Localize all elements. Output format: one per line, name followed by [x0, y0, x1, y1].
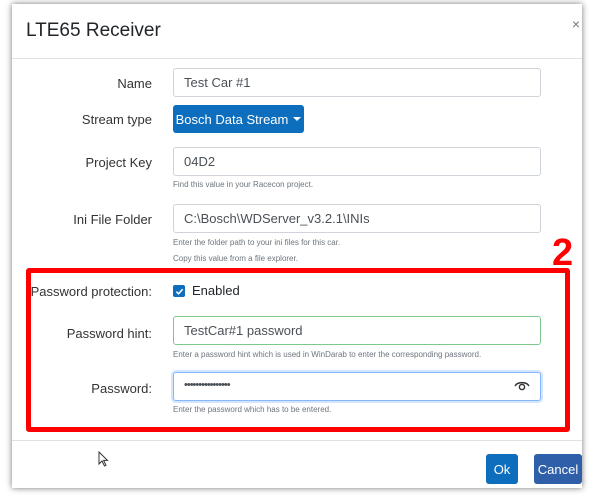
stream-type-value: Bosch Data Stream — [175, 111, 289, 127]
cancel-button[interactable]: Cancel — [534, 454, 582, 484]
enabled-label[interactable]: Enabled — [192, 283, 240, 298]
dialog-footer-divider — [12, 440, 582, 441]
password-input[interactable]: •••••••••••••••• — [173, 372, 541, 401]
project-key-label: Project Key — [85, 155, 152, 170]
password-hint-input[interactable]: TestCar#1 password — [173, 316, 541, 345]
password-label: Password: — [91, 381, 152, 396]
name-input[interactable]: Test Car #1 — [173, 68, 541, 97]
password-help: Enter the password which has to be enter… — [173, 405, 332, 414]
dialog-title: LTE65 Receiver — [26, 20, 161, 41]
password-hint-label: Password hint: — [66, 326, 152, 341]
stream-type-label: Stream type — [81, 112, 152, 127]
ini-folder-help-2: Copy this value from a file explorer. — [173, 254, 298, 263]
caret-down-icon — [293, 117, 302, 121]
password-value: •••••••••••••••• — [184, 379, 231, 391]
stream-type-dropdown[interactable]: Bosch Data Stream — [173, 105, 304, 133]
receiver-dialog: LTE65 Receiver × Name Test Car #1 Stream… — [12, 4, 582, 488]
check-icon — [175, 288, 183, 295]
eye-icon[interactable] — [514, 380, 530, 392]
enabled-checkbox[interactable] — [173, 285, 185, 297]
ok-button[interactable]: Ok — [486, 454, 518, 484]
close-icon[interactable]: × — [572, 16, 580, 32]
project-key-help: Find this value in your Racecon project. — [173, 180, 314, 189]
mouse-cursor-icon — [98, 451, 109, 467]
ini-folder-input[interactable]: C:\Bosch\WDServer_v3.2.1\INIs — [173, 204, 541, 233]
password-hint-help: Enter a password hint which is used in W… — [173, 350, 482, 359]
password-protection-label: Password protection: — [30, 284, 152, 299]
project-key-input[interactable]: 04D2 — [173, 147, 541, 176]
ini-folder-label: Ini File Folder — [73, 212, 152, 227]
name-label: Name — [117, 76, 152, 91]
ini-folder-help-1: Enter the folder path to your ini files … — [173, 238, 341, 247]
dialog-header: LTE65 Receiver × — [12, 4, 582, 59]
